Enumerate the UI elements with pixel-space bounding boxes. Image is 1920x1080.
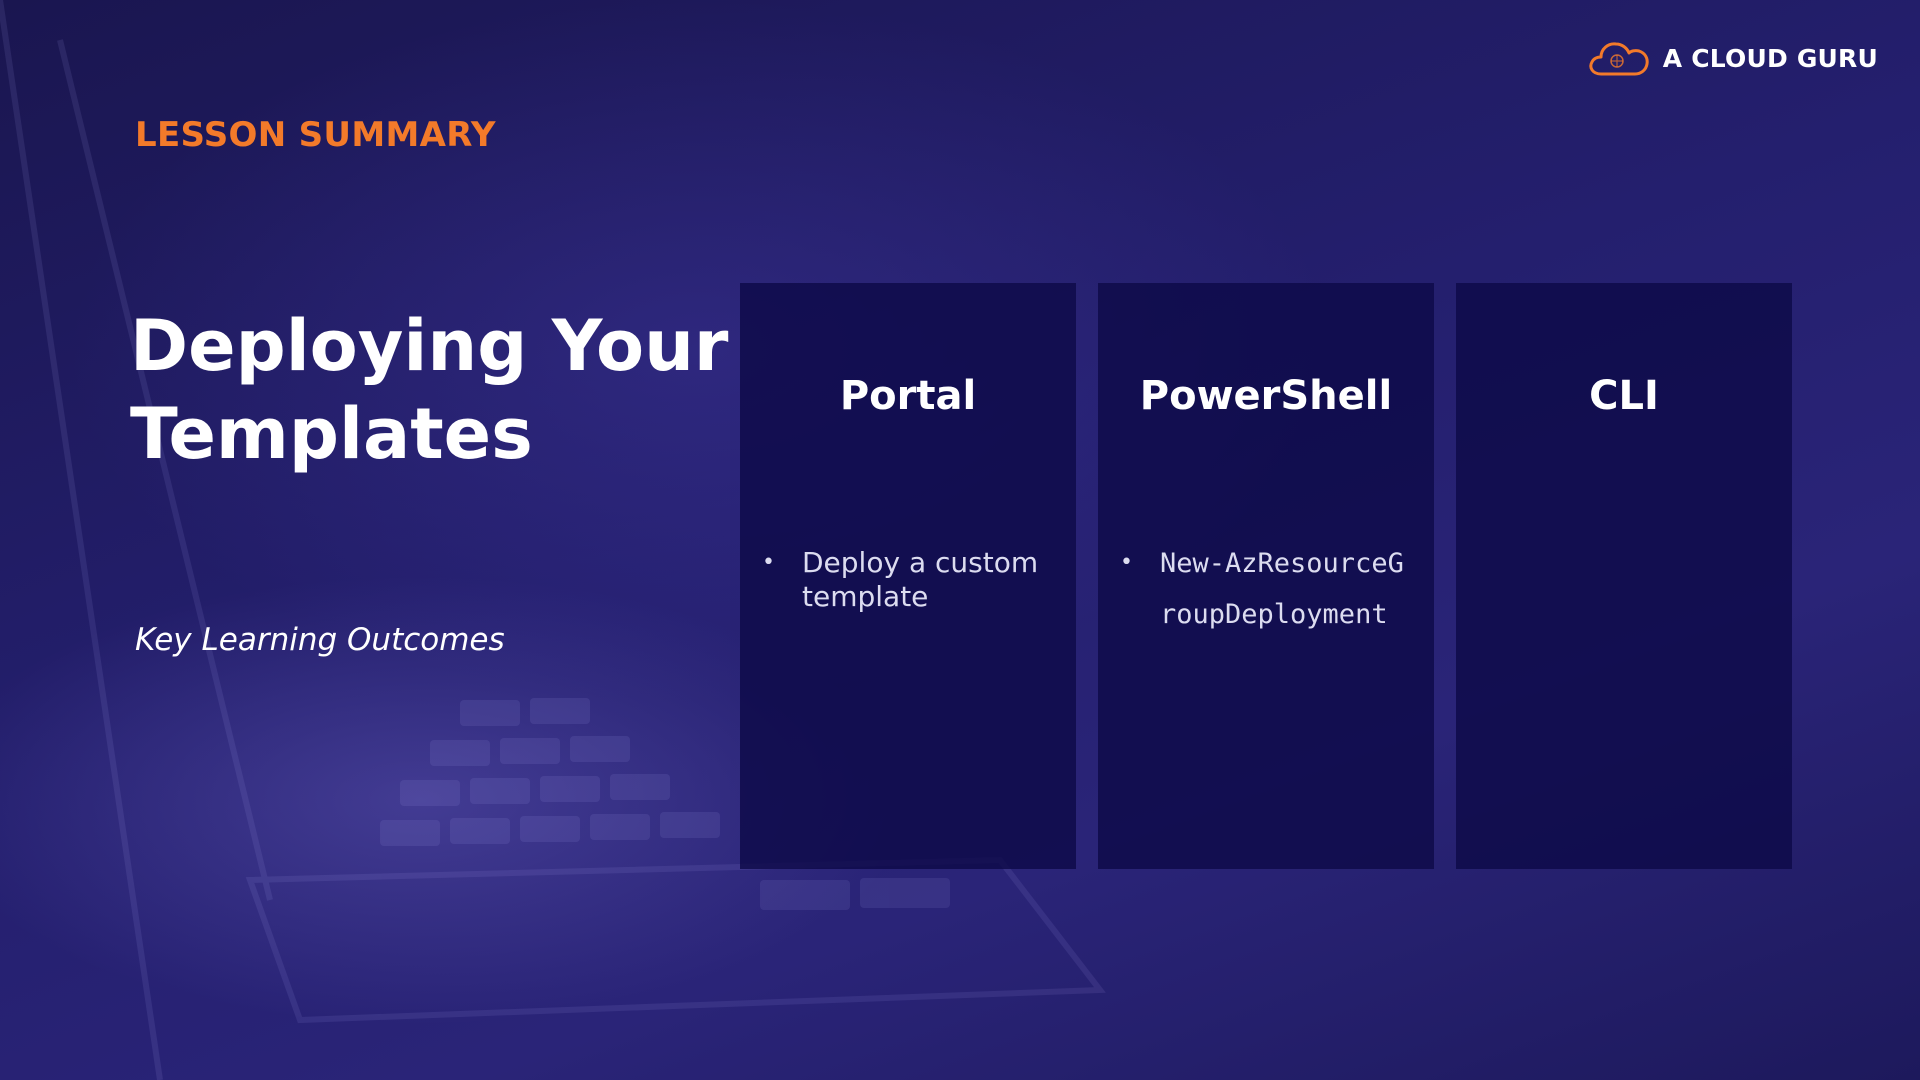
cloud-icon — [1589, 42, 1649, 76]
list-item: • Deploy a custom template — [762, 546, 1062, 614]
bullet-list: • Deploy a custom template — [762, 546, 1062, 614]
lesson-summary-label: LESSON SUMMARY — [135, 115, 496, 155]
slide-title-line-2: Templates — [130, 393, 533, 475]
card-heading: PowerShell — [1139, 373, 1393, 419]
card-heading: CLI — [1589, 373, 1659, 419]
list-item: • New-AzResourceGroupDeployment — [1120, 546, 1420, 640]
slide: A CLOUD GURU LESSON SUMMARY Deploying Yo… — [0, 0, 1920, 1080]
card-cli: CLI — [1456, 283, 1792, 869]
slide-title-line-1: Deploying Your — [130, 305, 729, 387]
card-portal: Portal • Deploy a custom template — [740, 283, 1076, 869]
bullet-list: • New-AzResourceGroupDeployment — [1120, 546, 1420, 640]
card-powershell: PowerShell • New-AzResourceGroupDeployme… — [1098, 283, 1434, 869]
bullet-text: Deploy a custom template — [802, 546, 1039, 613]
bullet-icon: • — [1120, 550, 1133, 575]
bullet-icon: • — [762, 550, 775, 575]
slide-subtitle: Key Learning Outcomes — [135, 622, 505, 658]
brand-name: A CLOUD GURU — [1662, 43, 1878, 73]
brand-logo: A CLOUD GURU — [1587, 38, 1878, 78]
bullet-code-text: New-AzResourceGroupDeployment — [1160, 548, 1404, 630]
slide-title: Deploying Your Templates — [130, 302, 730, 478]
card-heading: Portal — [839, 373, 977, 419]
